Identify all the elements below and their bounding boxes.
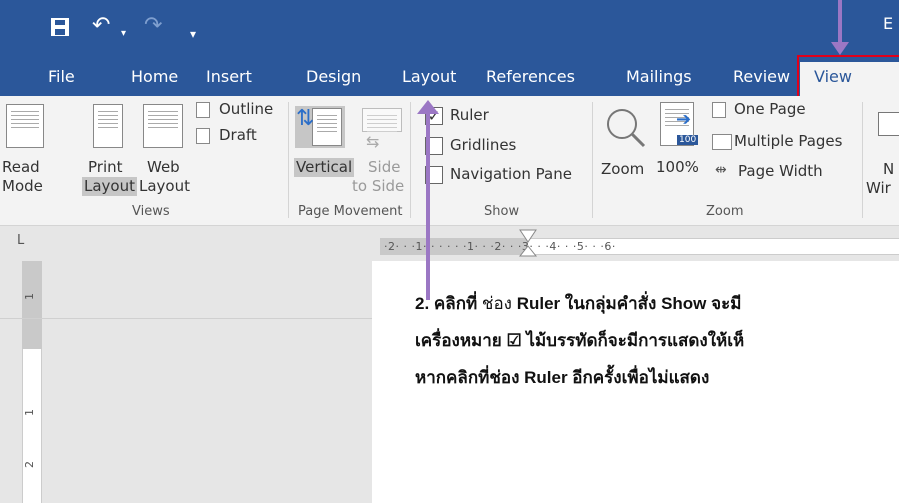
view-tab-highlight-box: [797, 55, 899, 98]
vertical-button[interactable]: Vertical: [294, 158, 355, 177]
annotation-text: จะมี: [706, 294, 742, 313]
page-movement-group-label: Page Movement: [298, 204, 403, 219]
horizontal-ruler-ticks: ·2· · ·1· · · · · ·1· · ·2· · ·3· · ·4· …: [384, 240, 616, 253]
customize-quick-access-icon[interactable]: ▾: [190, 20, 196, 48]
side-to-side-label-2[interactable]: to Side: [352, 177, 404, 196]
annotation-step: 2. คลิกที่: [415, 294, 482, 313]
page-edge-line: [0, 318, 372, 319]
window-title-fragment: E: [883, 14, 894, 33]
annotation-line-3: หากคลิกที่ช่อง Ruler อีกครั้งเพื่อไม่แสด…: [415, 364, 709, 391]
vertical-ruler-label: 1: [23, 409, 36, 416]
tab-design[interactable]: Design: [306, 62, 361, 96]
undo-icon[interactable]: ↶: [92, 12, 110, 40]
ribbon-view: Read Mode Print Layout Web Layout Outlin…: [0, 96, 899, 226]
tab-references[interactable]: References: [486, 62, 575, 96]
web-layout-label-1[interactable]: Web: [147, 158, 180, 177]
tab-insert[interactable]: Insert: [206, 62, 252, 96]
group-divider: [410, 102, 411, 218]
draft-button[interactable]: Draft: [219, 126, 257, 145]
tab-home[interactable]: Home: [131, 62, 178, 96]
multiple-pages-icon[interactable]: [712, 134, 732, 150]
tab-mailings[interactable]: Mailings: [626, 62, 692, 96]
annotation-ruler: Ruler: [516, 294, 561, 313]
print-layout-label-2[interactable]: Layout: [82, 177, 137, 196]
vertical-ruler-margin: [22, 261, 42, 349]
annotation-text: อีกครั้งเพื่อไม่แสดง: [567, 368, 710, 387]
hundred-percent-button[interactable]: 100%: [656, 158, 699, 177]
vertical-ruler-label: 2: [23, 461, 36, 468]
indent-marker-icon[interactable]: [518, 228, 538, 262]
draft-icon[interactable]: [196, 128, 210, 144]
read-mode-label-1[interactable]: Read: [2, 158, 40, 177]
view-arrow-line: [838, 0, 842, 46]
page-width-button[interactable]: Page Width: [738, 162, 823, 181]
annotation-arrow-head: [417, 100, 439, 114]
print-layout-label-1[interactable]: Print: [88, 158, 123, 177]
annotation-line-2: เครื่องหมาย ☑ ไม้บรรทัดก็จะมีการแสดงให้เ…: [415, 331, 745, 350]
zoom-button[interactable]: Zoom: [601, 160, 644, 179]
new-window-label-1[interactable]: N: [883, 160, 894, 179]
zoom-icon[interactable]: [602, 104, 648, 150]
annotation-text: ในกลุ่มคำสั่ง: [560, 294, 662, 313]
page-width-icon[interactable]: ⇹: [715, 162, 727, 178]
tab-review[interactable]: Review: [733, 62, 790, 96]
zoom-group-label: Zoom: [706, 204, 744, 219]
navigation-pane-label[interactable]: Navigation Pane: [450, 165, 572, 184]
tab-selector-icon[interactable]: L: [17, 233, 24, 248]
document-background: [0, 261, 372, 503]
views-group-label: Views: [132, 204, 170, 219]
group-divider: [862, 102, 863, 218]
vertical-ruler-label: 1: [23, 293, 36, 300]
redo-icon[interactable]: ↷: [144, 12, 162, 40]
one-page-button[interactable]: One Page: [734, 100, 806, 119]
show-group-label: Show: [484, 204, 520, 219]
web-layout-label-2[interactable]: Layout: [139, 177, 190, 196]
view-arrow-head: [831, 42, 849, 55]
side-to-side-arrow-icon: ⇆: [366, 132, 380, 151]
arrow-down-right-icon: ➔: [676, 109, 692, 130]
ruler-label[interactable]: Ruler: [450, 106, 489, 125]
annotation-show: Show: [661, 294, 707, 313]
vertical-icon[interactable]: [312, 108, 342, 146]
multiple-pages-button[interactable]: Multiple Pages: [734, 132, 842, 151]
read-mode-label-2[interactable]: Mode: [2, 177, 43, 196]
one-page-icon[interactable]: [712, 102, 726, 118]
annotation-ruler: Ruler: [524, 368, 568, 387]
outline-icon[interactable]: [196, 102, 210, 118]
tab-file[interactable]: File: [48, 62, 75, 96]
outline-button[interactable]: Outline: [219, 100, 273, 119]
read-mode-icon[interactable]: [6, 104, 44, 148]
new-window-label-2[interactable]: Wir: [866, 179, 891, 198]
undo-dropdown-icon[interactable]: ▾: [121, 20, 126, 48]
side-to-side-label-1[interactable]: Side: [368, 158, 400, 177]
annotation-text: ช่อง: [481, 294, 517, 313]
hundred-badge: 100: [677, 135, 699, 145]
side-to-side-icon[interactable]: [362, 108, 402, 133]
save-icon[interactable]: [50, 17, 70, 37]
tab-layout[interactable]: Layout: [402, 62, 456, 96]
group-divider: [288, 102, 289, 218]
ribbon-tabs: File Home Insert Design Layout Reference…: [0, 62, 899, 96]
web-layout-icon[interactable]: [143, 104, 183, 148]
annotation-arrow-line: [426, 110, 430, 300]
gridlines-label[interactable]: Gridlines: [450, 136, 516, 155]
group-divider: [592, 102, 593, 218]
annotation-text: หากคลิกที่ช่อง: [415, 368, 525, 387]
title-bar: ↶ ▾ ↷ ▾ E: [0, 0, 899, 62]
print-layout-icon[interactable]: [93, 104, 123, 148]
annotation-line-1: 2. คลิกที่ ช่อง Ruler ในกลุ่มคำสั่ง Show…: [415, 290, 741, 317]
new-window-icon[interactable]: [878, 112, 899, 136]
vertical-arrow-icon: ⇅: [296, 106, 315, 131]
